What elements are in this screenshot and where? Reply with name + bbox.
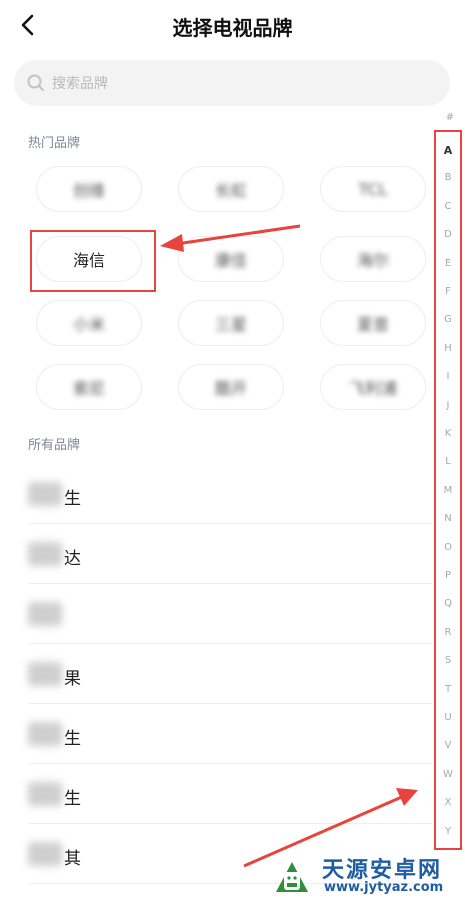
annotation-arrow-top bbox=[175, 224, 301, 246]
annotation-arrowhead-top bbox=[160, 234, 184, 252]
watermark: 天源安卓网 www.jytyaz.com bbox=[270, 848, 465, 902]
android-logo-icon bbox=[276, 862, 308, 892]
annotation-arrows bbox=[160, 224, 418, 868]
watermark-url: www.jytyaz.com bbox=[324, 880, 444, 895]
